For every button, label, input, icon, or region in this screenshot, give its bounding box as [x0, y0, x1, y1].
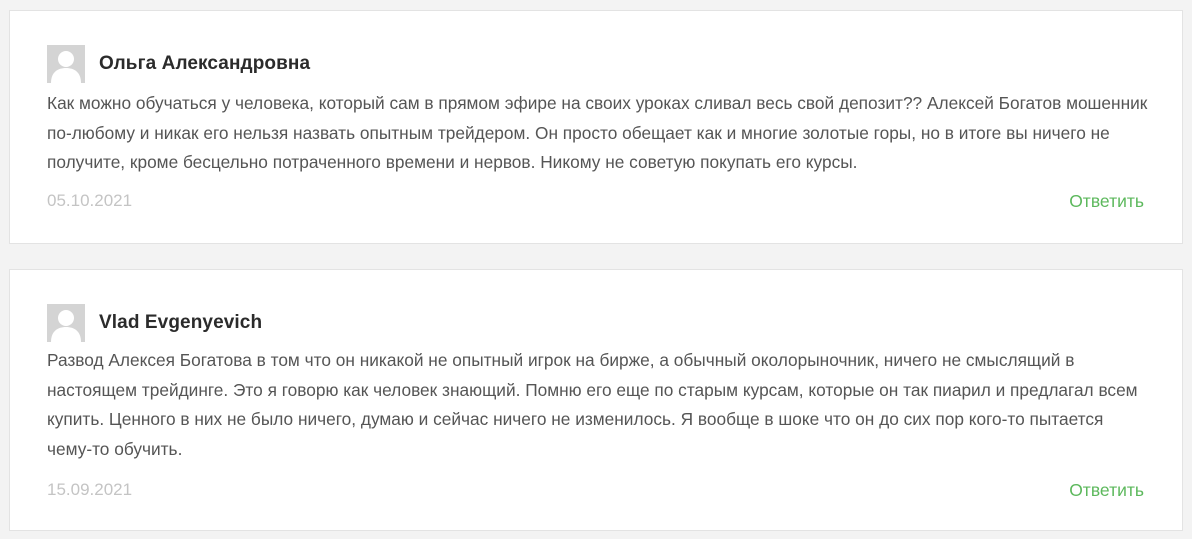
comment-date: 05.10.2021 — [47, 191, 133, 210]
comment-card: Vlad Evgenyevich Развод Алексея Богатова… — [9, 269, 1183, 531]
reply-link[interactable]: Ответить — [1069, 480, 1144, 501]
default-user-avatar-icon — [47, 304, 85, 342]
comment-card: Ольга Александровна Как можно обучаться … — [9, 10, 1183, 244]
reply-link[interactable]: Ответить — [1069, 191, 1144, 212]
comments-list: Ольга Александровна Как можно обучаться … — [0, 0, 1192, 539]
comment-author: Vlad Evgenyevich — [99, 312, 263, 333]
comment-header: Vlad Evgenyevich — [47, 304, 262, 342]
comment-text: Как можно обучаться у человека, который … — [47, 93, 1148, 172]
comment-author: Ольга Александровна — [99, 53, 311, 74]
default-user-avatar-icon — [47, 45, 85, 83]
comment-date: 15.09.2021 — [47, 480, 133, 499]
comment-text: Развод Алексея Богатова в том что он ник… — [47, 350, 1138, 459]
comment-header: Ольга Александровна — [47, 45, 310, 83]
